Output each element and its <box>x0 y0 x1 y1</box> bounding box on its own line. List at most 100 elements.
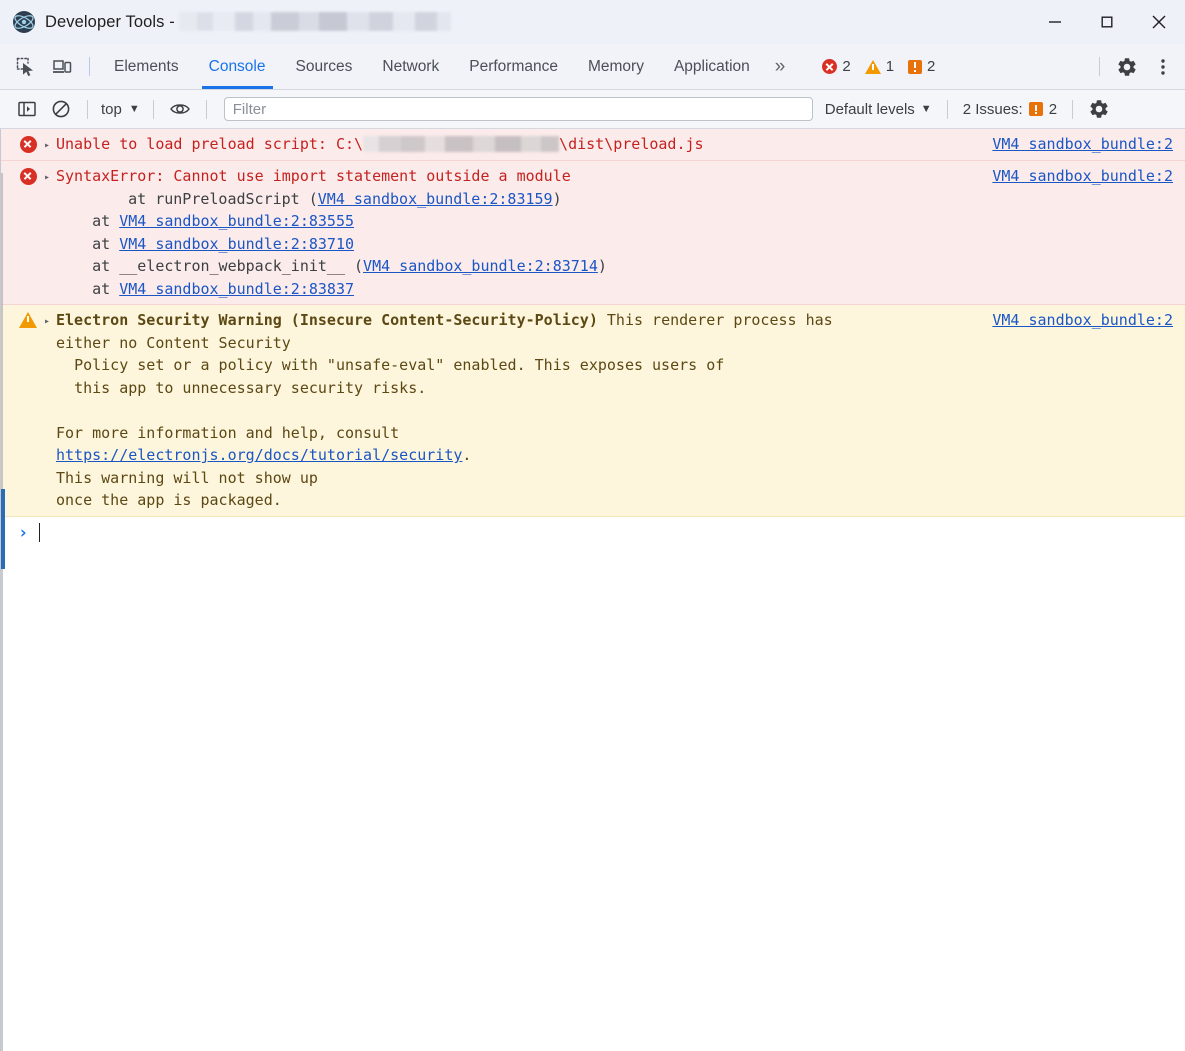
tabstrip-right-tools <box>1090 44 1181 89</box>
issue-icon <box>908 59 923 74</box>
tab-network[interactable]: Network <box>367 44 454 89</box>
window-controls <box>1029 0 1185 44</box>
electron-logo-icon <box>12 10 36 34</box>
more-tabs-button[interactable]: » <box>765 44 796 89</box>
console-message-list[interactable]: ▸ Unable to load preload script: C:\ \dis… <box>0 129 1185 1051</box>
console-message-text: Unable to load preload script: C:\ \dist\… <box>56 133 992 156</box>
console-message-error-preload[interactable]: ▸ Unable to load preload script: C:\ \dis… <box>1 129 1185 161</box>
tab-application[interactable]: Application <box>659 44 765 89</box>
warning-counter[interactable]: 1 <box>860 58 899 75</box>
tab-performance[interactable]: Performance <box>454 44 573 89</box>
expand-arrow-icon[interactable]: ▸ <box>44 312 56 332</box>
console-scrollbar-thumb[interactable] <box>1 489 5 569</box>
error-counter[interactable]: 2 <box>817 58 855 75</box>
window-title: Developer Tools - <box>45 12 451 32</box>
chevron-down-icon: ▼ <box>128 103 140 115</box>
console-toolbar-divider-3 <box>205 99 207 119</box>
preload-error-prefix: Unable to load preload script: C:\ <box>56 135 364 153</box>
console-message-error-syntax[interactable]: ▸ SyntaxError: Cannot use import stateme… <box>1 161 1185 305</box>
more-options-icon[interactable] <box>1149 53 1177 81</box>
security-docs-link[interactable]: https://electronjs.org/docs/tutorial/sec… <box>56 446 462 464</box>
device-toolbar-icon[interactable] <box>48 53 76 81</box>
stack-trace: at runPreloadScript (VM4 sandbox_bundle:… <box>56 190 607 298</box>
console-message-source-link[interactable]: VM4 sandbox_bundle:2 <box>992 165 1185 188</box>
stack-frame: at VM4 sandbox_bundle:2:83837 <box>56 280 354 298</box>
console-toolbar-divider-4 <box>946 99 948 119</box>
execution-context-label: top <box>101 100 122 118</box>
stack-frame-link[interactable]: VM4 sandbox_bundle:2:83710 <box>119 235 354 253</box>
tab-elements[interactable]: Elements <box>99 44 194 89</box>
stack-frame-link[interactable]: VM4 sandbox_bundle:2:83555 <box>119 212 354 230</box>
console-message-text: SyntaxError: Cannot use import statement… <box>56 165 992 300</box>
warning-body-line: Policy set or a policy with "unsafe-eval… <box>56 356 725 374</box>
warning-tail-line: once the app is packaged. <box>56 491 282 509</box>
close-button[interactable] <box>1133 0 1185 44</box>
console-settings-gear-icon[interactable] <box>1086 96 1112 122</box>
window-title-prefix: Developer Tools - <box>45 13 175 31</box>
stack-frame: at VM4 sandbox_bundle:2:83710 <box>56 235 354 253</box>
stack-frame-link[interactable]: VM4 sandbox_bundle:2:83159 <box>318 190 553 208</box>
maximize-button[interactable] <box>1081 0 1133 44</box>
devtools-tab-strip: Elements Console Sources Network Perform… <box>0 44 1185 90</box>
stack-frame-prefix: at __electron_webpack_init__ ( <box>56 257 364 275</box>
console-sidebar-icon[interactable] <box>14 96 40 122</box>
window-title-redacted <box>178 12 451 31</box>
warning-tail-line: This warning will not show up <box>56 468 318 487</box>
error-icon <box>18 168 38 185</box>
devtools-window: Developer Tools - Elements Console Sourc… <box>0 0 1185 1051</box>
console-message-warning-security[interactable]: ▸ Electron Security Warning (Insecure Co… <box>1 305 1185 517</box>
redacted-path <box>363 136 560 152</box>
settings-gear-icon[interactable] <box>1113 53 1141 81</box>
console-toolbar-divider-2 <box>152 99 154 119</box>
tab-sources[interactable]: Sources <box>281 44 368 89</box>
stack-frame-prefix: at runPreloadScript ( <box>92 189 318 208</box>
minimize-button[interactable] <box>1029 0 1081 44</box>
console-toolbar-divider-5 <box>1072 99 1074 119</box>
console-message-source-link[interactable]: VM4 sandbox_bundle:2 <box>992 309 1185 332</box>
warning-body-line: For more information and help, consult <box>56 423 400 442</box>
issue-icon <box>1028 102 1043 116</box>
stack-frame-suffix: ) <box>552 189 562 208</box>
inspect-element-icon[interactable] <box>12 53 40 81</box>
stack-frame: at VM4 sandbox_bundle:2:83555 <box>56 212 354 230</box>
log-levels-selector[interactable]: Default levels ▼ <box>819 101 938 118</box>
filter-input[interactable] <box>223 97 813 121</box>
console-scrollbar-track[interactable] <box>1 173 3 1051</box>
error-count: 2 <box>842 58 851 75</box>
issues-summary-count: 2 <box>1048 100 1058 118</box>
preload-error-suffix: \dist\preload.js <box>559 135 704 153</box>
expand-arrow-icon[interactable]: ▸ <box>44 136 56 156</box>
console-prompt[interactable]: › <box>1 517 1185 549</box>
clear-console-icon[interactable] <box>48 96 74 122</box>
warning-icon <box>864 59 881 74</box>
issues-label: 2 Issues: <box>962 100 1023 118</box>
tab-console[interactable]: Console <box>194 44 281 89</box>
console-toolbar: top ▼ Default levels ▼ 2 Issues: 2 <box>0 90 1185 129</box>
stack-frame-link[interactable]: VM4 sandbox_bundle:2:83714 <box>363 257 598 275</box>
warning-title-rest: This renderer process has <box>597 311 833 329</box>
warning-body-line: either no Content Security <box>56 333 291 352</box>
stack-frame-prefix: at <box>56 279 120 298</box>
devtools-tabs: Elements Console Sources Network Perform… <box>99 44 765 89</box>
console-message-source-link[interactable]: VM4 sandbox_bundle:2 <box>992 133 1185 156</box>
issues-summary[interactable]: 2 Issues: 2 <box>957 101 1063 118</box>
issues-counter[interactable]: 2 <box>903 58 940 75</box>
expand-arrow-icon[interactable]: ▸ <box>44 168 56 188</box>
issues-count: 2 <box>927 58 936 75</box>
console-toolbar-divider-1 <box>87 99 88 119</box>
log-levels-label: Default levels <box>824 100 915 118</box>
tab-memory[interactable]: Memory <box>573 44 659 89</box>
issue-counters: 2 1 2 <box>817 58 940 75</box>
error-icon <box>18 136 38 153</box>
stack-frame: at __electron_webpack_init__ (VM4 sandbo… <box>56 257 607 275</box>
stack-frame-link[interactable]: VM4 sandbox_bundle:2:83837 <box>119 280 354 298</box>
warning-title: Electron Security Warning (Insecure Cont… <box>56 311 598 329</box>
warning-count: 1 <box>885 58 895 75</box>
eye-icon[interactable] <box>167 96 193 122</box>
title-bar: Developer Tools - <box>0 0 1185 44</box>
prompt-caret-icon: › <box>18 522 29 543</box>
warning-icon <box>18 312 38 328</box>
execution-context-selector[interactable]: top ▼ <box>97 101 144 118</box>
stack-frame-prefix: at <box>56 212 120 230</box>
warning-body-line: this app to unnecessary security risks. <box>56 378 427 397</box>
